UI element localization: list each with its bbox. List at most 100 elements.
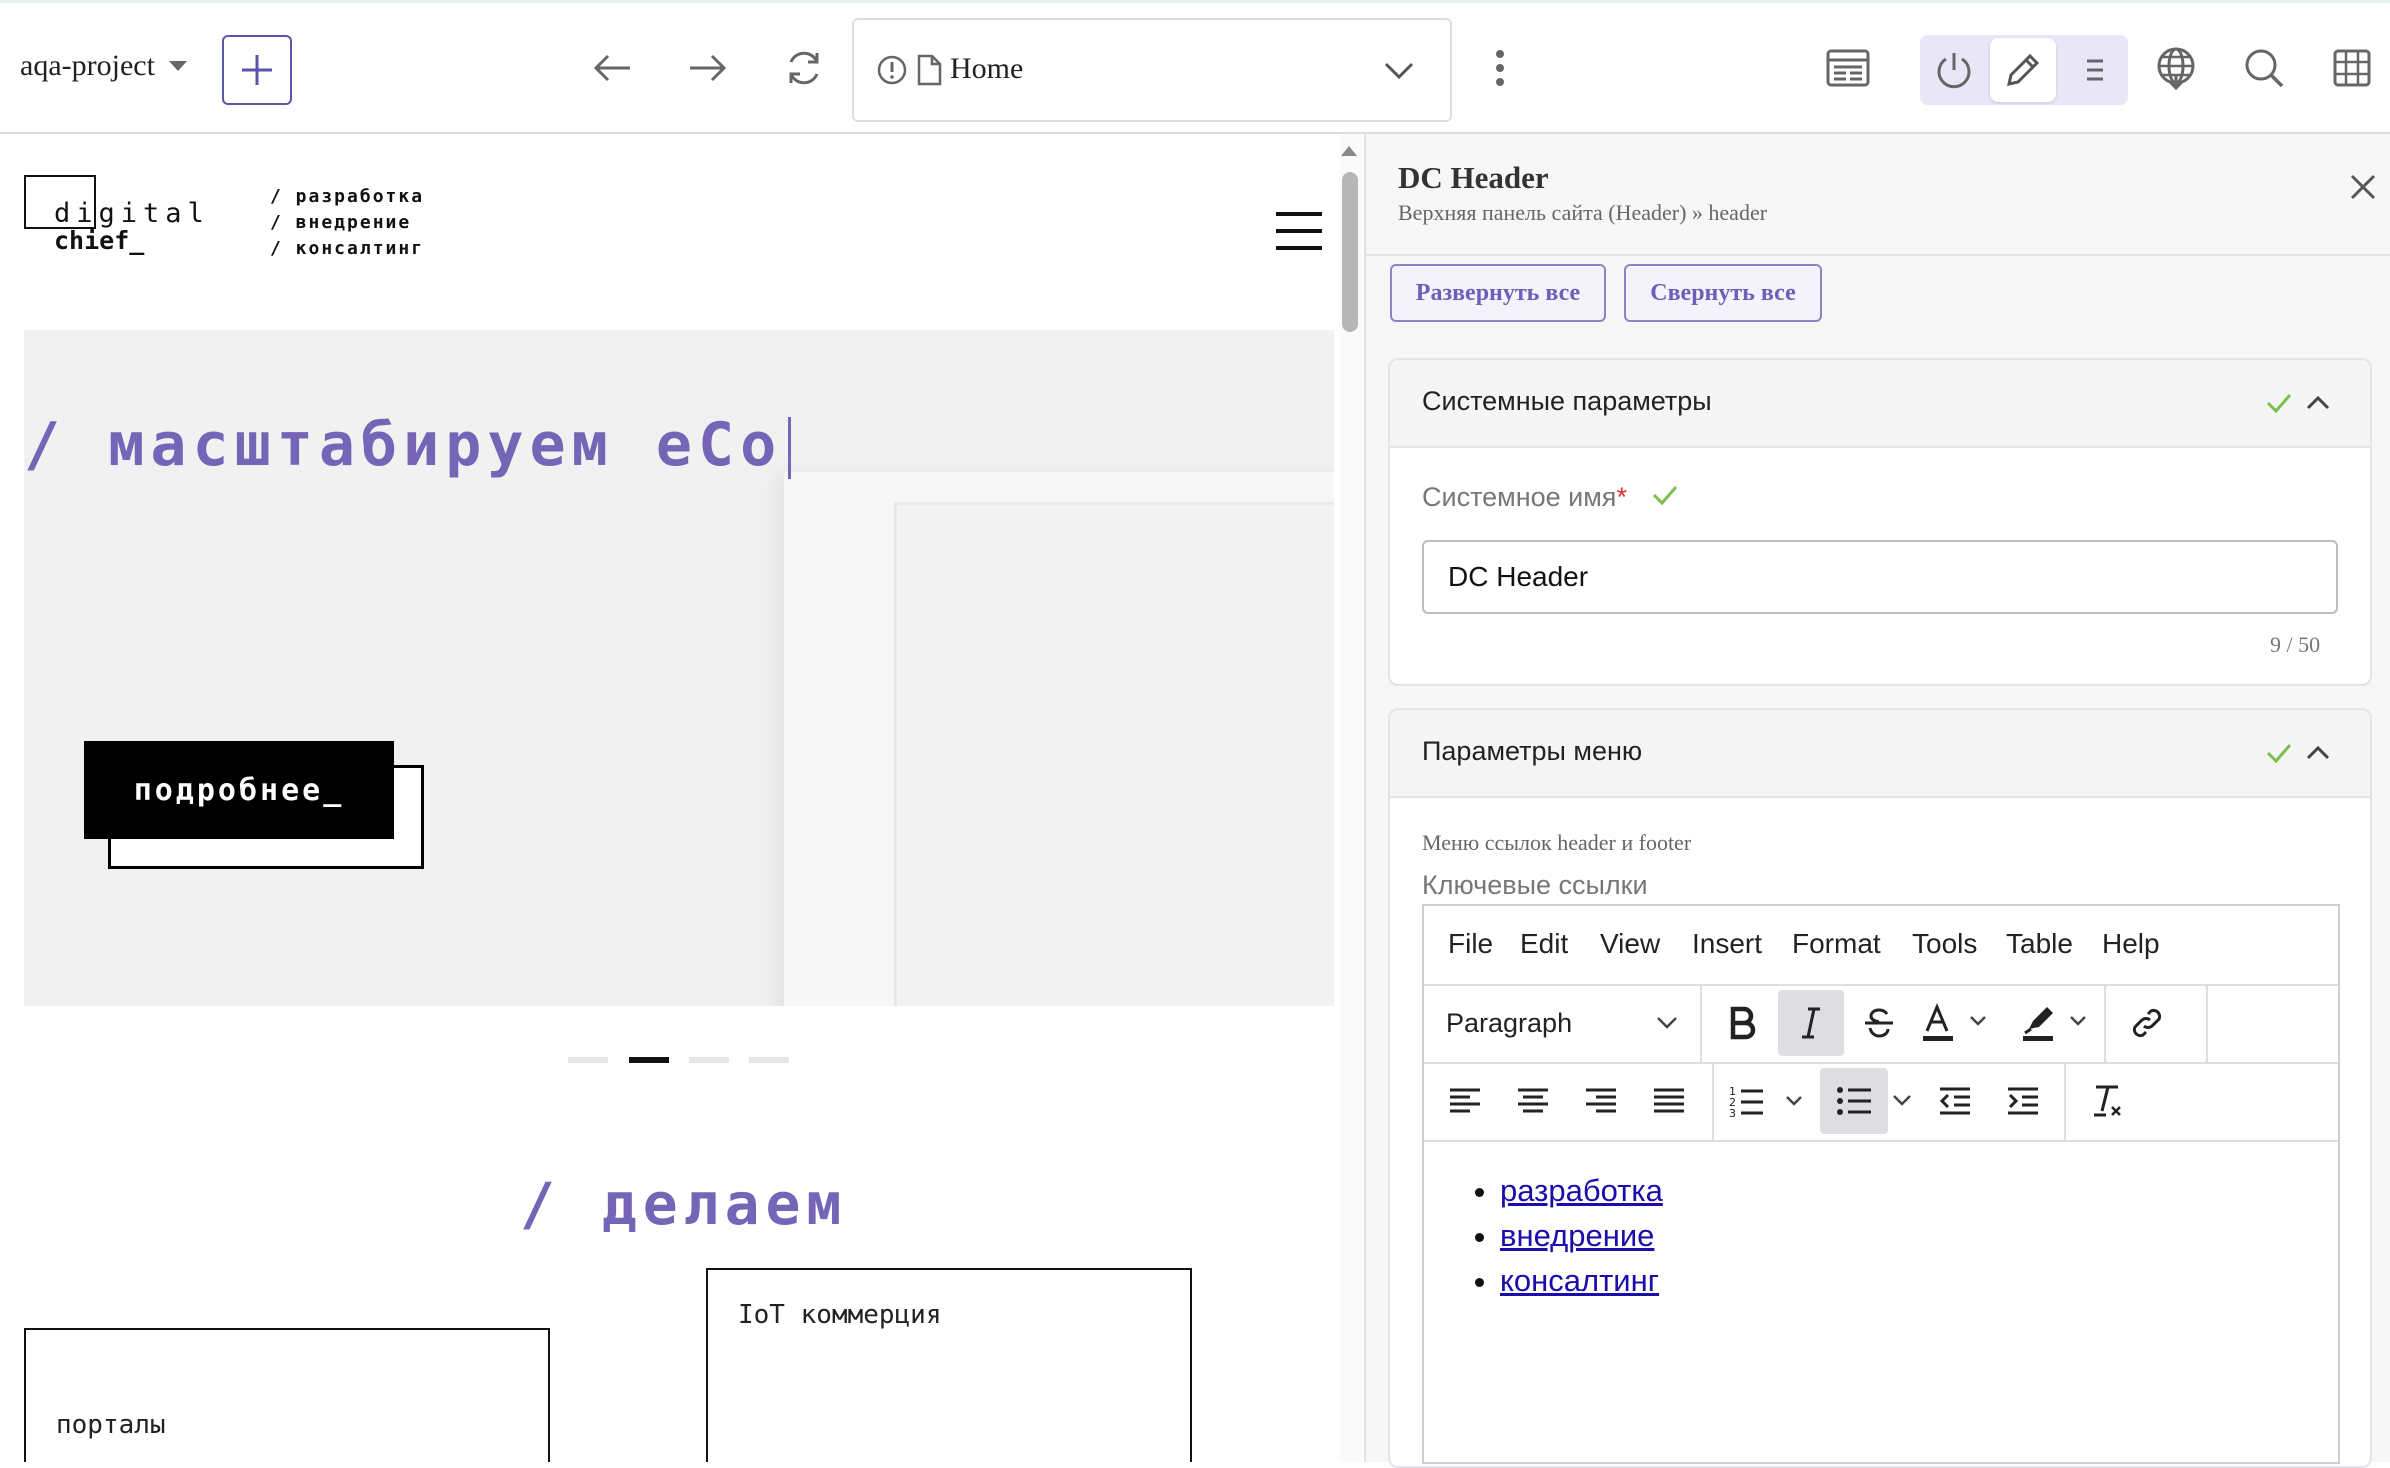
panel-title: DC Header <box>1398 160 1549 195</box>
edit-mode-button[interactable] <box>1990 38 2056 102</box>
search-button[interactable] <box>2234 38 2294 98</box>
slider-dot[interactable] <box>749 1057 789 1063</box>
kebab-menu-icon <box>1496 50 1504 86</box>
chevron-down-icon[interactable] <box>1384 62 1414 80</box>
card-portals[interactable]: порталы <box>24 1328 550 1462</box>
address-text: Home <box>950 52 1024 85</box>
chevron-up-icon[interactable] <box>2306 744 2330 760</box>
link-consulting[interactable]: консалтинг <box>1500 1263 1659 1298</box>
more-options-button[interactable] <box>1470 38 1530 98</box>
highlight-color-button[interactable] <box>2014 990 2098 1056</box>
system-name-input[interactable]: DC Header <box>1422 540 2338 614</box>
section-header[interactable]: Системные параметры <box>1390 360 2370 448</box>
menu-insert[interactable]: Insert <box>1692 928 1762 960</box>
scroll-up-arrow-icon[interactable] <box>1341 146 1357 156</box>
list-item: консалтинг <box>1500 1258 1663 1303</box>
slider-dot-active[interactable] <box>629 1057 669 1063</box>
card-iot-commerce[interactable]: IoT коммерция <box>706 1268 1192 1462</box>
slider-dot[interactable] <box>689 1057 729 1063</box>
block-format-select[interactable]: Paragraph <box>1424 984 1694 1062</box>
hamburger-menu-icon[interactable] <box>1276 212 1322 250</box>
forward-button[interactable] <box>678 38 738 98</box>
apps-button[interactable] <box>2322 38 2382 98</box>
italic-button[interactable] <box>1778 990 1844 1056</box>
link-implementation[interactable]: внедрение <box>1500 1218 1654 1253</box>
layout-icon <box>1826 49 1870 87</box>
chevron-down-icon <box>168 61 187 71</box>
tagline-implementation: / внедрение <box>270 212 412 233</box>
section-title: / делаем <box>520 1170 848 1238</box>
text-color-button[interactable] <box>1914 990 1998 1056</box>
rich-text-editor: File Edit View Insert Format Tools Table… <box>1422 904 2340 1464</box>
menu-file[interactable]: File <box>1448 928 1493 960</box>
svg-text:3: 3 <box>1729 1107 1736 1119</box>
link-button[interactable] <box>2114 990 2180 1056</box>
top-toolbar: aqa-project Home <box>0 3 2390 134</box>
align-center-icon <box>1518 1088 1548 1113</box>
panel-breadcrumb: Верхняя панель сайта (Header) » header <box>1398 200 1768 225</box>
add-button[interactable] <box>222 35 292 105</box>
address-bar[interactable]: Home <box>852 18 1452 122</box>
indent-icon <box>2008 1087 2038 1115</box>
check-icon <box>2266 744 2292 764</box>
scrollbar-thumb[interactable] <box>1342 172 1358 332</box>
outdent-button[interactable] <box>1922 1068 1988 1134</box>
links-list: разработка внедрение консалтинг <box>1500 1168 1663 1303</box>
numbered-list-button[interactable]: 123 <box>1722 1068 1812 1134</box>
align-left-button[interactable] <box>1432 1068 1498 1134</box>
preview-scrollbar[interactable] <box>1340 134 1362 1462</box>
clear-formatting-icon <box>2094 1085 2121 1117</box>
card-label: IoT коммерция <box>738 1300 942 1330</box>
layout-button[interactable] <box>1818 38 1878 98</box>
link-development[interactable]: разработка <box>1500 1173 1663 1208</box>
grid-icon <box>2333 49 2371 87</box>
pencil-icon <box>2007 53 2040 86</box>
tagline-development: / разработка <box>270 186 425 207</box>
section-header[interactable]: Параметры меню <box>1390 710 2370 798</box>
search-icon <box>2245 49 2284 88</box>
project-name: aqa-project <box>20 49 155 82</box>
more-button[interactable]: подробнее_ <box>84 741 394 839</box>
strikethrough-button[interactable] <box>1846 990 1912 1056</box>
reload-button[interactable] <box>774 38 834 98</box>
collapse-all-button[interactable]: Свернуть все <box>1624 264 1822 322</box>
menu-edit[interactable]: Edit <box>1520 928 1568 960</box>
bullet-list-dropdown[interactable] <box>1888 1068 1916 1134</box>
align-center-button[interactable] <box>1500 1068 1566 1134</box>
list-item: разработка <box>1500 1168 1663 1213</box>
page-icon <box>917 54 942 86</box>
bold-button[interactable] <box>1710 990 1776 1056</box>
structure-mode-button[interactable] <box>2064 40 2124 100</box>
editor-toolbar-row1: Paragraph <box>1424 984 2338 1064</box>
slider-dot[interactable] <box>568 1057 608 1063</box>
close-icon[interactable] <box>2350 174 2376 200</box>
tagline-consulting: / консалтинг <box>270 238 425 259</box>
indent-button[interactable] <box>1990 1068 2056 1134</box>
menu-view[interactable]: View <box>1600 928 1660 960</box>
clear-formatting-button[interactable] <box>2074 1068 2140 1134</box>
toolbar-separator <box>2064 1062 2066 1140</box>
align-right-button[interactable] <box>1568 1068 1634 1134</box>
menu-table[interactable]: Table <box>2006 928 2073 960</box>
publish-button[interactable] <box>2146 38 2206 98</box>
project-selector[interactable]: aqa-project <box>20 49 187 83</box>
menu-tools[interactable]: Tools <box>1912 928 1977 960</box>
preview-mode-button[interactable] <box>1924 40 1984 100</box>
toolbar-separator <box>1700 984 1702 1062</box>
back-button[interactable] <box>582 38 642 98</box>
panel-header: DC Header Верхняя панель сайта (Header) … <box>1366 134 2390 256</box>
align-right-icon <box>1586 1088 1616 1113</box>
justify-button[interactable] <box>1636 1068 1702 1134</box>
menu-help[interactable]: Help <box>2102 928 2160 960</box>
list-item: внедрение <box>1500 1213 1663 1258</box>
editor-content[interactable]: разработка внедрение консалтинг <box>1424 1142 2338 1462</box>
menu-format[interactable]: Format <box>1792 928 1881 960</box>
block-format-value: Paragraph <box>1446 1008 1573 1038</box>
chevron-up-icon[interactable] <box>2306 394 2330 410</box>
card-label: порталы <box>56 1410 166 1440</box>
bullet-list-button[interactable] <box>1820 1068 1888 1134</box>
expand-all-button[interactable]: Развернуть все <box>1390 264 1606 322</box>
char-counter: 9 / 50 <box>2270 632 2321 657</box>
toolbar-separator <box>2104 984 2106 1062</box>
text-color-icon <box>1923 1003 1986 1041</box>
